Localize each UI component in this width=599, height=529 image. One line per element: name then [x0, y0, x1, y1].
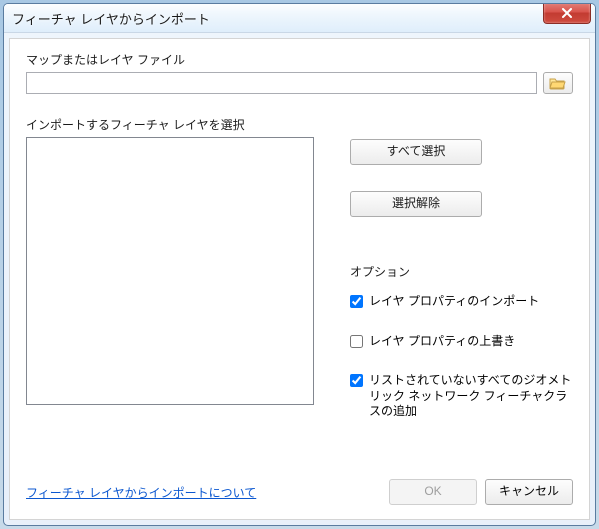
option-import-props[interactable]: レイヤ プロパティのインポート — [350, 294, 573, 310]
clear-selection-button[interactable]: 選択解除 — [350, 191, 482, 217]
close-icon — [561, 8, 573, 18]
layer-listbox[interactable] — [26, 137, 314, 405]
title-bar: フィーチャ レイヤからインポート — [4, 4, 595, 33]
close-button[interactable] — [543, 3, 591, 24]
file-input[interactable] — [26, 72, 537, 94]
option-add-unlisted[interactable]: リストされていないすべてのジオメトリック ネットワーク フィーチャクラスの追加 — [350, 373, 573, 420]
option-overwrite-props-label: レイヤ プロパティの上書き — [369, 334, 515, 350]
dialog-window: フィーチャ レイヤからインポート マップまたはレイヤ ファイル — [3, 3, 596, 526]
option-import-props-label: レイヤ プロパティのインポート — [369, 294, 539, 310]
folder-open-icon — [549, 76, 567, 90]
select-all-button[interactable]: すべて選択 — [350, 139, 482, 165]
client-area: マップまたはレイヤ ファイル インポートするフィーチャ レイヤを選択 すべて選択 — [9, 38, 590, 520]
options-title: オプション — [350, 263, 573, 280]
file-row — [26, 72, 573, 94]
option-add-unlisted-label: リストされていないすべてのジオメトリック ネットワーク フィーチャクラスの追加 — [369, 373, 573, 420]
option-import-props-checkbox[interactable] — [350, 295, 363, 308]
listbox-label: インポートするフィーチャ レイヤを選択 — [26, 116, 573, 133]
help-link[interactable]: フィーチャ レイヤからインポートについて — [26, 484, 256, 501]
option-add-unlisted-checkbox[interactable] — [350, 374, 363, 387]
window-title: フィーチャ レイヤからインポート — [12, 9, 210, 28]
browse-button[interactable] — [543, 72, 573, 94]
dialog-footer: フィーチャ レイヤからインポートについて OK キャンセル — [26, 465, 573, 505]
cancel-button[interactable]: キャンセル — [485, 479, 573, 505]
file-label: マップまたはレイヤ ファイル — [26, 51, 573, 68]
option-overwrite-props[interactable]: レイヤ プロパティの上書き — [350, 334, 573, 350]
option-overwrite-props-checkbox[interactable] — [350, 335, 363, 348]
side-column: すべて選択 選択解除 オプション レイヤ プロパティのインポート レイヤ プロパ… — [350, 137, 573, 420]
ok-button[interactable]: OK — [389, 479, 477, 505]
